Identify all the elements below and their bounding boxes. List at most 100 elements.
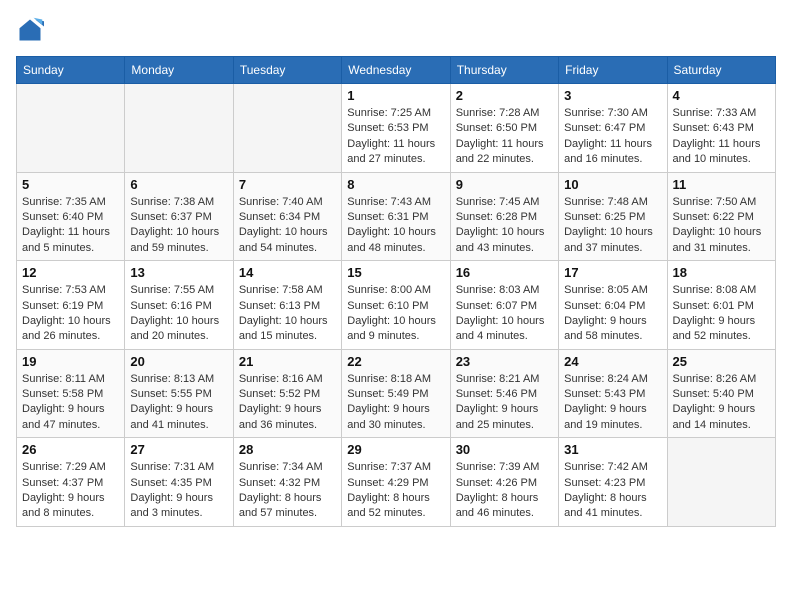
day-info: Sunrise: 8:13 AM Sunset: 5:55 PM Dayligh… xyxy=(130,372,227,434)
day-number: 14 xyxy=(239,265,336,280)
calendar-cell: 11 Sunrise: 7:50 AM Sunset: 6:22 PM Dayli… xyxy=(667,172,775,261)
calendar-cell: 17 Sunrise: 8:05 AM Sunset: 6:04 PM Dayli… xyxy=(559,261,667,350)
calendar-cell: 15Sunrise: 8:00 AM Sunset: 6:10 PM Dayli… xyxy=(342,261,450,350)
day-number: 21 xyxy=(239,354,336,369)
day-number: 23 xyxy=(456,354,553,369)
weekday-header-friday: Friday xyxy=(559,57,667,84)
day-info: Sunrise: 7:42 AM Sunset: 4:23 PM Dayligh… xyxy=(564,460,661,522)
day-number: 24 xyxy=(564,354,661,369)
calendar-cell: 14 Sunrise: 7:58 AM Sunset: 6:13 PM Dayli… xyxy=(233,261,341,350)
calendar-cell: 20 Sunrise: 8:13 AM Sunset: 5:55 PM Dayli… xyxy=(125,349,233,438)
day-info: Sunrise: 7:38 AM Sunset: 6:37 PM Dayligh… xyxy=(130,195,227,257)
calendar-cell: 10Sunrise: 7:48 AM Sunset: 6:25 PM Dayli… xyxy=(559,172,667,261)
day-info: Sunrise: 7:34 AM Sunset: 4:32 PM Dayligh… xyxy=(239,460,336,522)
day-number: 25 xyxy=(673,354,770,369)
day-number: 4 xyxy=(673,88,770,103)
day-info: Sunrise: 7:33 AM Sunset: 6:43 PM Dayligh… xyxy=(673,106,770,168)
day-number: 17 xyxy=(564,265,661,280)
day-info: Sunrise: 7:50 AM Sunset: 6:22 PM Dayligh… xyxy=(673,195,770,257)
day-number: 13 xyxy=(130,265,227,280)
calendar-cell: 18 Sunrise: 8:08 AM Sunset: 6:01 PM Dayli… xyxy=(667,261,775,350)
day-info: Sunrise: 7:58 AM Sunset: 6:13 PM Dayligh… xyxy=(239,283,336,345)
calendar-cell: 23 Sunrise: 8:21 AM Sunset: 5:46 PM Dayli… xyxy=(450,349,558,438)
calendar-cell: 9 Sunrise: 7:45 AM Sunset: 6:28 PM Daylig… xyxy=(450,172,558,261)
calendar-cell: 24 Sunrise: 8:24 AM Sunset: 5:43 PM Dayli… xyxy=(559,349,667,438)
day-info: Sunrise: 8:00 AM Sunset: 6:10 PM Dayligh… xyxy=(347,283,444,345)
day-number: 26 xyxy=(22,442,119,457)
calendar-cell: 12 Sunrise: 7:53 AM Sunset: 6:19 PM Dayli… xyxy=(17,261,125,350)
calendar-cell: 8 Sunrise: 7:43 AM Sunset: 6:31 PM Daylig… xyxy=(342,172,450,261)
calendar-week-1: 1Sunrise: 7:25 AM Sunset: 6:53 PM Daylig… xyxy=(17,84,776,173)
calendar-cell: 4 Sunrise: 7:33 AM Sunset: 6:43 PM Daylig… xyxy=(667,84,775,173)
calendar-cell: 22 Sunrise: 8:18 AM Sunset: 5:49 PM Dayli… xyxy=(342,349,450,438)
day-info: Sunrise: 7:55 AM Sunset: 6:16 PM Dayligh… xyxy=(130,283,227,345)
calendar-cell xyxy=(233,84,341,173)
calendar-cell: 2 Sunrise: 7:28 AM Sunset: 6:50 PM Daylig… xyxy=(450,84,558,173)
calendar-week-5: 26Sunrise: 7:29 AM Sunset: 4:37 PM Dayli… xyxy=(17,438,776,527)
day-number: 18 xyxy=(673,265,770,280)
day-number: 16 xyxy=(456,265,553,280)
day-info: Sunrise: 7:43 AM Sunset: 6:31 PM Dayligh… xyxy=(347,195,444,257)
calendar-cell: 31 Sunrise: 7:42 AM Sunset: 4:23 PM Dayli… xyxy=(559,438,667,527)
logo xyxy=(16,16,48,44)
day-number: 1 xyxy=(347,88,444,103)
calendar-cell: 13 Sunrise: 7:55 AM Sunset: 6:16 PM Dayli… xyxy=(125,261,233,350)
day-info: Sunrise: 8:24 AM Sunset: 5:43 PM Dayligh… xyxy=(564,372,661,434)
calendar-week-2: 5 Sunrise: 7:35 AM Sunset: 6:40 PM Daylig… xyxy=(17,172,776,261)
day-info: Sunrise: 8:21 AM Sunset: 5:46 PM Dayligh… xyxy=(456,372,553,434)
calendar-week-4: 19 Sunrise: 8:11 AM Sunset: 5:58 PM Dayli… xyxy=(17,349,776,438)
day-number: 8 xyxy=(347,177,444,192)
calendar-cell: 6 Sunrise: 7:38 AM Sunset: 6:37 PM Daylig… xyxy=(125,172,233,261)
day-info: Sunrise: 8:03 AM Sunset: 6:07 PM Dayligh… xyxy=(456,283,553,345)
day-info: Sunrise: 7:39 AM Sunset: 4:26 PM Dayligh… xyxy=(456,460,553,522)
calendar-cell: 5 Sunrise: 7:35 AM Sunset: 6:40 PM Daylig… xyxy=(17,172,125,261)
day-number: 20 xyxy=(130,354,227,369)
calendar-cell: 3Sunrise: 7:30 AM Sunset: 6:47 PM Daylig… xyxy=(559,84,667,173)
day-info: Sunrise: 7:45 AM Sunset: 6:28 PM Dayligh… xyxy=(456,195,553,257)
day-info: Sunrise: 7:35 AM Sunset: 6:40 PM Dayligh… xyxy=(22,195,119,257)
day-number: 29 xyxy=(347,442,444,457)
day-number: 9 xyxy=(456,177,553,192)
day-info: Sunrise: 8:05 AM Sunset: 6:04 PM Dayligh… xyxy=(564,283,661,345)
calendar-cell xyxy=(17,84,125,173)
day-number: 31 xyxy=(564,442,661,457)
day-info: Sunrise: 7:40 AM Sunset: 6:34 PM Dayligh… xyxy=(239,195,336,257)
day-number: 22 xyxy=(347,354,444,369)
calendar-cell: 1Sunrise: 7:25 AM Sunset: 6:53 PM Daylig… xyxy=(342,84,450,173)
calendar-cell: 27 Sunrise: 7:31 AM Sunset: 4:35 PM Dayli… xyxy=(125,438,233,527)
day-info: Sunrise: 8:16 AM Sunset: 5:52 PM Dayligh… xyxy=(239,372,336,434)
calendar-body: 1Sunrise: 7:25 AM Sunset: 6:53 PM Daylig… xyxy=(17,84,776,527)
calendar-cell: 16 Sunrise: 8:03 AM Sunset: 6:07 PM Dayli… xyxy=(450,261,558,350)
weekday-header-tuesday: Tuesday xyxy=(233,57,341,84)
calendar-cell: 30 Sunrise: 7:39 AM Sunset: 4:26 PM Dayli… xyxy=(450,438,558,527)
weekday-header-row: SundayMondayTuesdayWednesdayThursdayFrid… xyxy=(17,57,776,84)
day-number: 19 xyxy=(22,354,119,369)
day-number: 28 xyxy=(239,442,336,457)
day-info: Sunrise: 7:31 AM Sunset: 4:35 PM Dayligh… xyxy=(130,460,227,522)
weekday-header-thursday: Thursday xyxy=(450,57,558,84)
weekday-header-sunday: Sunday xyxy=(17,57,125,84)
day-info: Sunrise: 8:18 AM Sunset: 5:49 PM Dayligh… xyxy=(347,372,444,434)
day-number: 30 xyxy=(456,442,553,457)
day-number: 27 xyxy=(130,442,227,457)
day-number: 6 xyxy=(130,177,227,192)
calendar-cell: 25Sunrise: 8:26 AM Sunset: 5:40 PM Dayli… xyxy=(667,349,775,438)
calendar-table: SundayMondayTuesdayWednesdayThursdayFrid… xyxy=(16,56,776,527)
weekday-header-monday: Monday xyxy=(125,57,233,84)
day-number: 5 xyxy=(22,177,119,192)
weekday-header-wednesday: Wednesday xyxy=(342,57,450,84)
day-info: Sunrise: 7:53 AM Sunset: 6:19 PM Dayligh… xyxy=(22,283,119,345)
logo-icon xyxy=(16,16,44,44)
calendar-cell: 26Sunrise: 7:29 AM Sunset: 4:37 PM Dayli… xyxy=(17,438,125,527)
calendar-cell: 28 Sunrise: 7:34 AM Sunset: 4:32 PM Dayli… xyxy=(233,438,341,527)
calendar-cell: 21 Sunrise: 8:16 AM Sunset: 5:52 PM Dayli… xyxy=(233,349,341,438)
day-info: Sunrise: 7:28 AM Sunset: 6:50 PM Dayligh… xyxy=(456,106,553,168)
day-number: 7 xyxy=(239,177,336,192)
day-number: 12 xyxy=(22,265,119,280)
calendar-cell: 29Sunrise: 7:37 AM Sunset: 4:29 PM Dayli… xyxy=(342,438,450,527)
day-number: 11 xyxy=(673,177,770,192)
calendar-cell xyxy=(125,84,233,173)
day-number: 2 xyxy=(456,88,553,103)
day-info: Sunrise: 8:08 AM Sunset: 6:01 PM Dayligh… xyxy=(673,283,770,345)
day-info: Sunrise: 8:11 AM Sunset: 5:58 PM Dayligh… xyxy=(22,372,119,434)
